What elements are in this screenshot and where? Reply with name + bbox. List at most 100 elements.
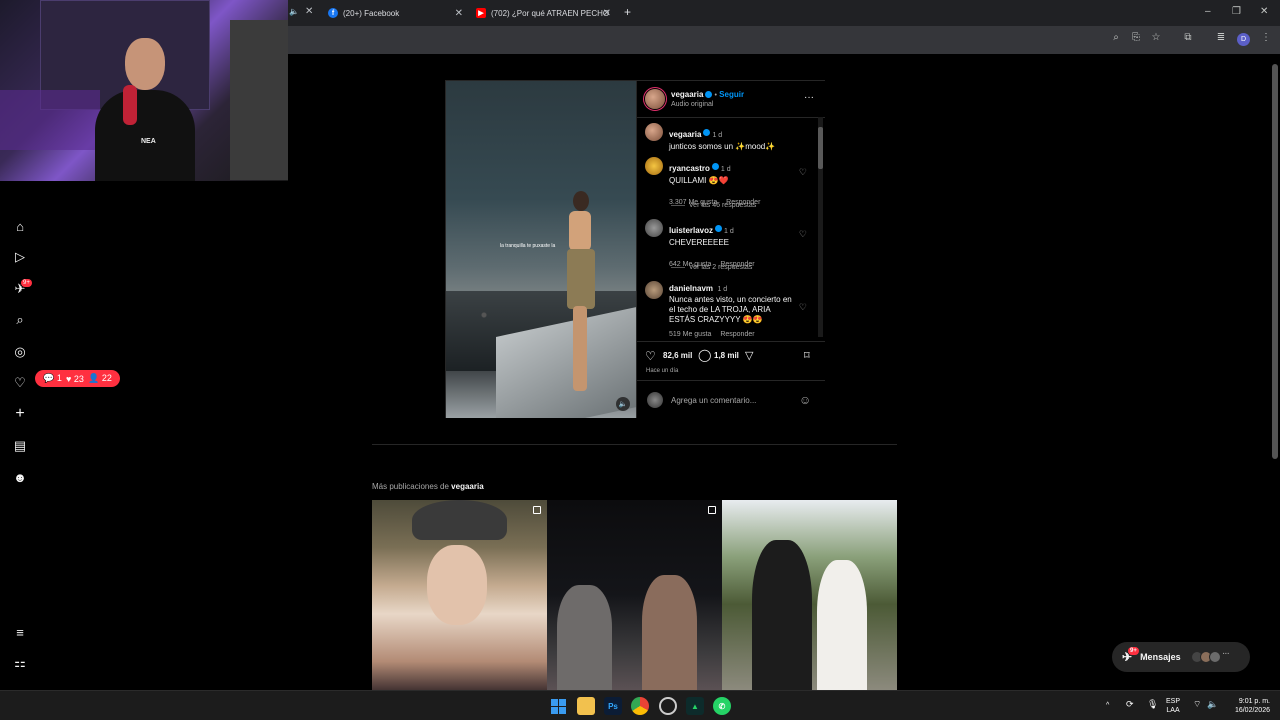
more-post-thumbnail[interactable] [722,500,897,690]
audio-icon[interactable]: 🔈 [289,7,299,16]
share-icon[interactable]: ▽ [745,349,753,362]
more-options-icon[interactable]: ··· [804,92,814,103]
windows-start-icon[interactable] [549,697,567,715]
mute-icon[interactable]: 🔈 [616,397,630,411]
add-comment-input[interactable]: Agrega un comentario... [671,396,756,405]
tab-youtube[interactable]: ▶ (702) ¿Por qué ATRAEN PECHO ✕ [476,2,611,24]
tab-facebook[interactable]: f (20+) Facebook ✕ [328,2,463,24]
comment-username[interactable]: ryancastro [669,164,710,173]
comment-username[interactable]: danielnavm [669,284,713,293]
maximize-button[interactable]: ❐ [1232,6,1241,17]
view-replies-link[interactable]: —— Ver las 2 respuestas [671,264,752,271]
save-icon[interactable]: ⌑ [804,349,810,362]
like-count[interactable]: 82,6 mil [663,351,692,360]
app-icon[interactable]: ▲ [686,697,704,715]
caption-time: 1 d [712,132,723,139]
person-icon: 👤 [88,373,100,383]
language-indicator[interactable]: ESP LAA [1166,697,1180,715]
chrome-icon[interactable] [631,697,649,715]
like-comment-icon[interactable]: ♡ [799,229,807,240]
commenter-avatar[interactable] [645,281,663,299]
install-icon[interactable]: ⎘ [1129,32,1143,43]
close-window-button[interactable]: ✕ [1260,6,1268,17]
more-post-thumbnail[interactable] [372,500,547,690]
composer-divider [637,380,825,381]
explore-icon[interactable]: ◎ [12,344,28,360]
man-image [752,540,812,690]
close-tab-icon[interactable]: ✕ [603,8,611,19]
keyboard-layout: LAA [1166,707,1180,714]
comment-count-item: 💬 1 [43,373,62,384]
commenter-avatar[interactable] [645,219,663,237]
author-username[interactable]: vegaaria [671,90,703,99]
view-replies-text: Ver las 2 respuestas [688,264,753,271]
more-post-thumbnail[interactable] [547,500,722,690]
media-controls-icon[interactable]: ≣ [1214,32,1228,43]
caption: vegaaria 1 d junticos somos un ✨mood✨ [669,124,809,151]
more-menu-icon[interactable]: ≡ [12,624,28,640]
follow-button[interactable]: Seguir [719,90,744,99]
comment-like-count[interactable]: 519 Me gusta [669,331,711,338]
reply-button[interactable]: Responder [720,331,754,338]
create-icon[interactable]: + [12,405,28,422]
comment-icon: 💬 [43,373,55,383]
more-posts-username[interactable]: vegaaria [451,482,483,491]
page-scrollbar[interactable] [1270,54,1280,690]
close-tab-icon[interactable]: ✕ [305,6,313,17]
caption-avatar[interactable] [645,123,663,141]
emoji-icon[interactable]: ☺ [799,393,811,407]
comment-time: 1 d [724,228,734,235]
commenter-avatar[interactable] [645,157,663,175]
app-icon[interactable] [659,697,677,715]
clock-date: 16/02/2026 [1234,707,1270,714]
show-hidden-icons[interactable]: ^ [1106,701,1109,710]
profile-icon[interactable]: ☻ [12,469,28,485]
messages-button[interactable]: ✈ 9+ Mensajes ··· [1112,642,1250,672]
search-icon[interactable]: ⌕ [12,312,28,328]
woman-image [642,575,697,690]
comment-count[interactable]: 1,8 mil [714,351,739,360]
microphone-icon[interactable]: 🎙 [1147,700,1158,709]
post-video[interactable]: la tranquilla te puxaste la 🔈 [446,81,636,418]
caption-username[interactable]: vegaaria [669,130,701,139]
comment-icon[interactable]: ◯ [698,348,711,362]
minimize-button[interactable]: – [1205,6,1211,17]
also-from-meta-icon[interactable]: ⚏ [12,655,28,671]
new-tab-button[interactable]: + [624,5,631,19]
dashboard-icon[interactable]: ▤ [12,438,28,454]
close-tab-icon[interactable]: ✕ [455,8,463,19]
door-image [230,20,288,180]
comment-username[interactable]: luisterlavoz [669,226,713,235]
streamer-image: NEA [95,30,195,181]
chat-avatar [1208,651,1221,663]
home-icon[interactable]: ⌂ [12,218,28,234]
author-avatar[interactable] [645,89,665,109]
sync-icon[interactable]: ⟳ [1126,700,1134,709]
like-comment-icon[interactable]: ♡ [799,167,807,178]
facebook-icon: f [328,8,338,18]
like-icon[interactable]: ♡ [645,349,656,363]
photoshop-icon[interactable]: Ps [604,697,622,715]
extensions-icon[interactable]: ⧉ [1181,32,1195,43]
file-explorer-icon[interactable] [577,697,595,715]
clock[interactable]: 9:01 p. m. 16/02/2026 [1226,697,1270,715]
notification-summary-pill[interactable]: 💬 1 ♥ 23 👤 22 [35,370,120,387]
section-divider [372,444,897,445]
notifications-heart-icon[interactable]: ♡ [12,375,28,391]
reels-icon[interactable]: ▷ [12,249,28,265]
zoom-icon[interactable]: ⌕ [1109,32,1123,43]
profile-avatar[interactable]: D [1237,33,1250,46]
chrome-menu-icon[interactable]: ⋮ [1259,32,1273,43]
comment-item: danielnavm 1 d Nunca antes visto, un con… [669,282,794,340]
comments-scrollbar[interactable] [818,117,823,337]
whatsapp-icon[interactable]: ✆ [713,697,731,715]
messages-badge: 9+ [1128,647,1139,655]
woman-image [817,560,867,690]
like-comment-icon[interactable]: ♡ [799,302,807,313]
wifi-icon[interactable]: ⌔ [1193,700,1201,709]
view-replies-link[interactable]: —— Ver las 46 respuestas [671,202,756,209]
volume-icon[interactable]: 🔈 [1207,700,1218,709]
comment-time: 1 d [720,166,731,173]
audio-label[interactable]: Audio original [671,101,713,108]
bookmark-star-icon[interactable]: ☆ [1149,32,1163,43]
